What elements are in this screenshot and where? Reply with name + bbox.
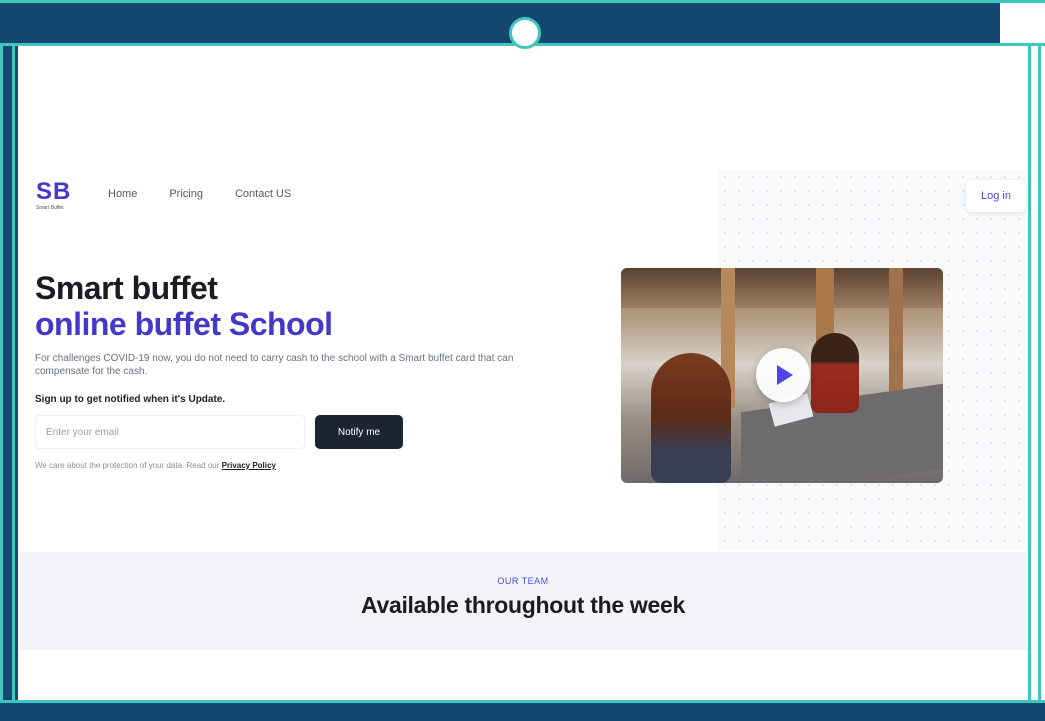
video-scene-person xyxy=(651,353,731,483)
video-scene-person xyxy=(811,333,859,413)
camera-icon xyxy=(509,17,541,49)
signup-label: Sign up to get notified when it's Update… xyxy=(35,394,226,405)
bottom-bezel xyxy=(0,700,1045,721)
hero-description: For challenges COVID-19 now, you do not … xyxy=(35,353,514,377)
nav-links: Home Pricing Contact US xyxy=(108,188,291,200)
logo[interactable]: SB Smart Buffet xyxy=(36,180,82,212)
team-title: Available throughout the week xyxy=(361,592,685,618)
hero-title: Smart buffet xyxy=(35,270,218,306)
nav-link-contact[interactable]: Contact US xyxy=(235,188,291,200)
play-icon[interactable] xyxy=(756,348,810,402)
left-bezel xyxy=(0,46,18,721)
right-bezel xyxy=(1028,46,1045,721)
top-bezel-right xyxy=(1000,0,1045,46)
login-button[interactable]: Log in xyxy=(966,180,1026,212)
top-bezel xyxy=(0,0,1000,46)
video-scene-pillar xyxy=(889,268,903,398)
device-frame: SB Smart Buffet Home Pricing Contact US … xyxy=(0,0,1045,721)
navbar: SB Smart Buffet Home Pricing Contact US … xyxy=(18,170,1028,220)
privacy-policy-link[interactable]: Privacy Policy xyxy=(222,461,276,470)
nav-link-pricing[interactable]: Pricing xyxy=(169,188,203,200)
hero-subtitle: online buffet School xyxy=(35,306,333,342)
team-eyebrow: OUR TEAM xyxy=(497,576,549,586)
logo-subtitle: Smart Buffet xyxy=(36,205,64,211)
nav-link-home[interactable]: Home xyxy=(108,188,137,200)
video-thumbnail[interactable] xyxy=(621,268,943,483)
screen: SB Smart Buffet Home Pricing Contact US … xyxy=(18,60,1028,700)
email-input[interactable] xyxy=(35,415,305,449)
notify-button[interactable]: Notify me xyxy=(315,415,403,449)
team-section: OUR TEAM Available throughout the week xyxy=(18,552,1028,650)
privacy-text: We care about the protection of your dat… xyxy=(35,461,222,470)
logo-mark: SB xyxy=(36,178,72,205)
privacy-note: We care about the protection of your dat… xyxy=(35,461,276,470)
